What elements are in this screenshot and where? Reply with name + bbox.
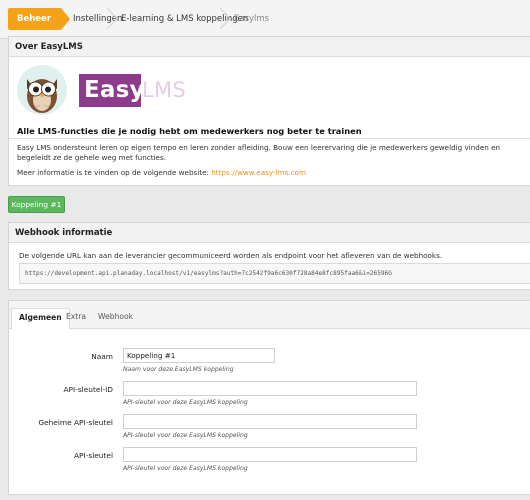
api-key-id-label: API-sleutel-ID — [63, 385, 113, 394]
easylms-website-link[interactable]: https://www.easy-lms.com — [211, 168, 306, 177]
webhook-panel: Webhook informatie De volgende URL kan a… — [8, 222, 530, 290]
form-tabs: Algemeen Extra Webhook — [9, 301, 530, 330]
about-description: Easy LMS ondersteunt leren op eigen temp… — [17, 143, 501, 162]
breadcrumb-item-easylms: Easylms — [234, 14, 270, 24]
about-panel: Over EasyLMS Easy LMS Alle LMS-functies … — [8, 36, 530, 186]
api-key-help: API-sleutel voor deze EasyLMS koppeling — [123, 465, 248, 472]
webhook-description: De volgende URL kan aan de leverancier g… — [19, 251, 443, 260]
more-info-line: Meer informatie is te vinden op de volge… — [17, 168, 306, 177]
more-info-text: Meer informatie is te vinden op de volge… — [17, 168, 209, 177]
secret-api-key-label: Geheime API-sleutel — [38, 418, 113, 427]
about-panel-title: Over EasyLMS — [9, 37, 530, 57]
breadcrumb: Beheer Instellingen E-learning & LMS kop… — [0, 0, 530, 39]
breadcrumb-item-beheer[interactable]: Beheer — [8, 8, 71, 30]
naam-input[interactable]: Koppeling #1 — [123, 348, 275, 363]
secret-api-key-help: API-sleutel voor deze EasyLMS koppeling — [123, 432, 248, 439]
naam-help: Naam voor deze EasyLMS koppeling — [123, 366, 234, 373]
koppeling-form-panel: Algemeen Extra Webhook Naam Koppeling #1… — [8, 300, 530, 495]
tab-webhook[interactable]: Webhook — [91, 309, 140, 329]
owl-mascot-icon — [17, 65, 67, 115]
tab-extra[interactable]: Extra — [59, 309, 93, 329]
secret-api-key-input[interactable] — [123, 414, 417, 429]
logo-easy-wordmark: Easy — [79, 74, 145, 107]
webhook-panel-title: Webhook informatie — [9, 223, 530, 243]
api-key-input[interactable] — [123, 447, 417, 462]
divider — [9, 138, 530, 139]
logo-lms-wordmark: LMS — [142, 78, 187, 102]
webhook-url[interactable]: https://development.api.planaday.localho… — [19, 263, 530, 284]
about-tagline: Alle LMS-functies die je nodig hebt om m… — [17, 126, 362, 136]
api-key-id-input[interactable] — [123, 381, 417, 396]
naam-label: Naam — [91, 352, 113, 361]
koppeling-1-button[interactable]: Koppeling #1 — [8, 196, 65, 213]
api-key-id-help: API-sleutel voor deze EasyLMS koppeling — [123, 399, 248, 406]
api-key-label: API-sleutel — [74, 451, 113, 460]
